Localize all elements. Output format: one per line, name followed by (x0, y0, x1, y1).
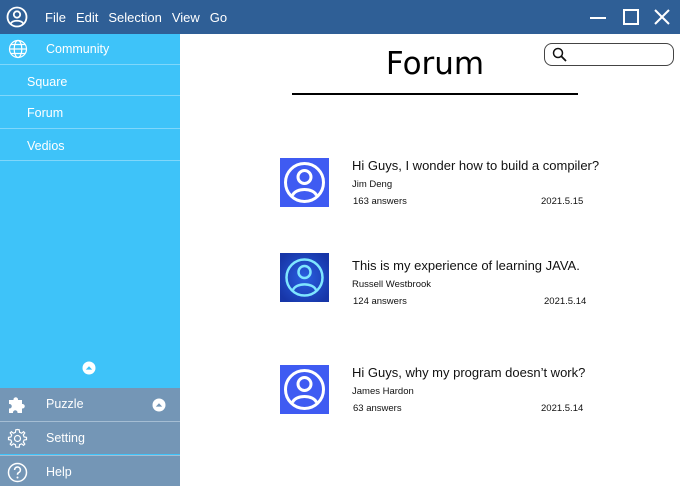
close-icon[interactable] (652, 7, 672, 27)
sidebar-item-forum[interactable]: Forum (0, 95, 180, 128)
page-title: Forum (385, 46, 485, 82)
collapse-up-icon[interactable] (82, 361, 96, 375)
forum-post[interactable]: Hi Guys, why my program doesn’t work? Ja… (280, 365, 600, 421)
sidebar-section-community[interactable]: Community (0, 34, 180, 65)
sidebar-item-videos[interactable]: Vedios (0, 128, 180, 161)
search-input[interactable] (544, 43, 674, 66)
avatar (280, 158, 329, 207)
post-answer-count: 163 answers (353, 196, 407, 207)
sidebar-item-puzzle[interactable]: Puzzle (0, 388, 180, 421)
gear-icon (7, 428, 28, 448)
title-underline (292, 93, 578, 95)
post-author: James Hardon (352, 386, 414, 397)
post-title[interactable]: Hi Guys, why my program doesn’t work? (352, 365, 585, 380)
globe-icon (8, 39, 28, 59)
menu-view[interactable]: View (172, 10, 200, 25)
post-author: Russell Westbrook (352, 279, 432, 290)
title-bar: File Edit Selection View Go (0, 0, 680, 34)
menu-go[interactable]: Go (210, 10, 227, 25)
sidebar-item-label: Setting (46, 431, 85, 445)
post-date: 2021.5.14 (544, 296, 587, 307)
search-icon (552, 47, 567, 62)
post-date: 2021.5.14 (541, 403, 584, 414)
sidebar-item-label: Help (46, 465, 72, 479)
avatar (280, 253, 329, 302)
help-icon (7, 462, 28, 483)
post-answer-count: 124 answers (353, 296, 407, 307)
post-title[interactable]: Hi Guys, I wonder how to build a compile… (352, 158, 599, 173)
post-answer-count: 63 answers (353, 403, 402, 414)
post-title[interactable]: This is my experience of learning JAVA. (352, 258, 580, 273)
divider (0, 160, 180, 161)
avatar (280, 365, 329, 414)
minimize-icon[interactable] (588, 7, 608, 27)
sidebar-item-setting[interactable]: Setting (0, 421, 180, 454)
sidebar-item-label: Forum (27, 106, 64, 120)
menu-bar: File Edit Selection View Go (45, 0, 237, 34)
maximize-icon[interactable] (621, 7, 641, 27)
user-account-icon[interactable] (6, 6, 28, 28)
sidebar-item-help[interactable]: Help (0, 455, 180, 486)
post-date: 2021.5.15 (541, 196, 584, 207)
menu-edit[interactable]: Edit (76, 10, 98, 25)
menu-selection[interactable]: Selection (108, 10, 161, 25)
sidebar-item-label: Vedios (27, 139, 65, 153)
forum-post[interactable]: Hi Guys, I wonder how to build a compile… (280, 158, 600, 214)
sidebar-item-square[interactable]: Square (0, 64, 180, 97)
sidebar: Community Square Forum Vedios Puzzle Set… (0, 34, 180, 486)
menu-file[interactable]: File (45, 10, 66, 25)
collapse-up-icon[interactable] (152, 398, 166, 412)
sidebar-item-label: Puzzle (46, 397, 84, 411)
sidebar-item-label: Square (27, 75, 68, 89)
post-author: Jim Deng (352, 179, 393, 190)
forum-post[interactable]: This is my experience of learning JAVA. … (280, 253, 600, 314)
puzzle-icon (9, 397, 25, 413)
sidebar-section-label: Community (46, 42, 110, 56)
